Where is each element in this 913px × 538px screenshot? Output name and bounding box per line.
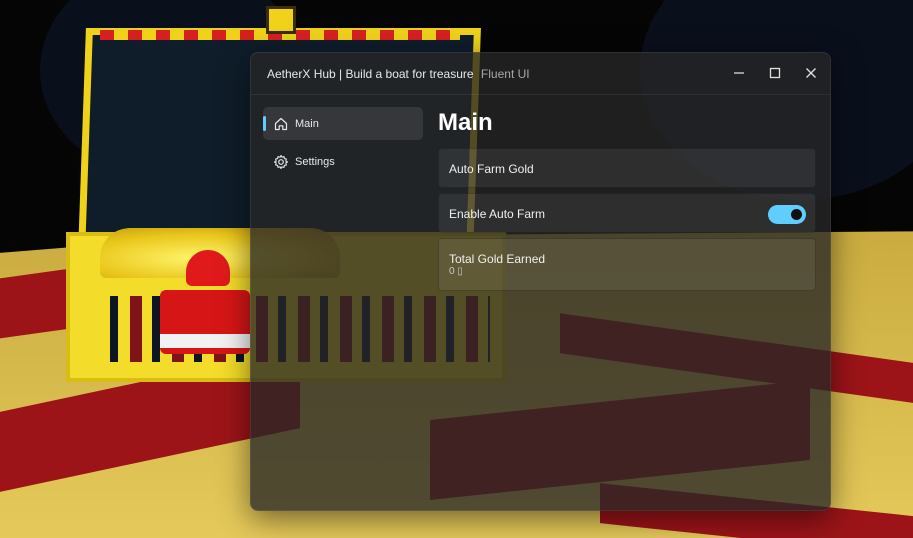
sidebar: Main Settings [263, 107, 423, 183]
paragraph-title: Total Gold Earned [449, 252, 546, 266]
gold-earned-value: 0 ▯ [449, 266, 463, 277]
window-subtitle: Fluent UI [480, 67, 530, 81]
enable-auto-farm-toggle[interactable] [768, 205, 806, 224]
gear-icon [273, 154, 289, 169]
toggle-knob [791, 209, 802, 220]
active-tab-indicator [263, 116, 266, 131]
auto-farm-gold-button[interactable]: Auto Farm Gold [438, 148, 816, 188]
chest-latch [266, 6, 296, 34]
title-bar[interactable]: AetherX Hub | Build a boat for treasure … [251, 53, 830, 95]
hub-window: AetherX Hub | Build a boat for treasure … [250, 52, 831, 511]
toggle-label: Enable Auto Farm [449, 207, 546, 221]
player-character-belt [160, 334, 250, 348]
home-icon [274, 117, 288, 130]
total-gold-paragraph: Total Gold Earned 0 ▯ [438, 238, 816, 291]
page-title: Main [438, 109, 493, 136]
tab-main[interactable]: Main [263, 107, 423, 140]
tab-settings[interactable]: Settings [263, 145, 423, 178]
tab-label: Main [295, 117, 319, 130]
enable-auto-farm-row: Enable Auto Farm [438, 193, 816, 233]
close-icon [806, 68, 816, 78]
tab-label: Settings [295, 155, 335, 168]
minimize-button[interactable] [729, 65, 749, 83]
window-title: AetherX Hub | Build a boat for treasure … [267, 67, 530, 81]
maximize-button[interactable] [765, 65, 785, 83]
window-title-text: AetherX Hub | Build a boat for treasure [267, 67, 474, 81]
close-button[interactable] [801, 65, 821, 83]
maximize-icon [769, 67, 781, 79]
minimize-icon [734, 72, 744, 74]
player-character-hat [186, 250, 230, 286]
button-label: Auto Farm Gold [449, 162, 534, 176]
